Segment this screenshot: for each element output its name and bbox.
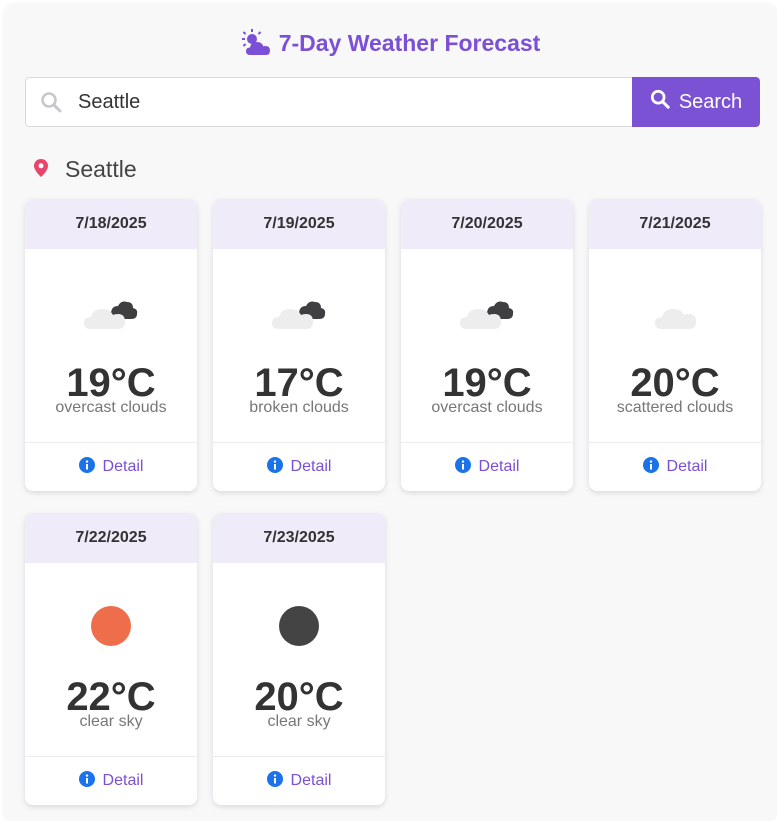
forecast-date: 7/23/2025 bbox=[213, 513, 385, 563]
detail-label: Detail bbox=[290, 458, 332, 475]
forecast-description: scattered clouds bbox=[616, 399, 734, 416]
forecast-card: 7/19/2025 17°C broken clouds Detail bbox=[213, 199, 385, 491]
search-button[interactable]: Search bbox=[632, 77, 760, 127]
search-icon bbox=[26, 91, 76, 113]
search-button-label: Search bbox=[678, 90, 743, 113]
info-icon bbox=[454, 456, 471, 478]
detail-button[interactable]: Detail bbox=[25, 442, 197, 491]
forecast-description: clear sky bbox=[267, 713, 331, 730]
info-icon bbox=[78, 770, 95, 792]
detail-label: Detail bbox=[290, 772, 332, 789]
search-input[interactable] bbox=[76, 81, 632, 123]
sun-icon bbox=[25, 601, 197, 651]
detail-label: Detail bbox=[102, 458, 144, 475]
forecast-card: 7/18/2025 19°C overcast clouds Detail bbox=[25, 199, 197, 491]
forecast-date: 7/20/2025 bbox=[401, 199, 573, 249]
forecast-description: broken clouds bbox=[249, 399, 349, 416]
detail-label: Detail bbox=[478, 458, 520, 475]
forecast-card: 7/21/2025 20°C scattered clouds Detail bbox=[589, 199, 761, 491]
forecast-description: clear sky bbox=[79, 713, 143, 730]
info-icon bbox=[266, 770, 283, 792]
detail-button[interactable]: Detail bbox=[589, 442, 761, 491]
location-heading: Seattle bbox=[34, 154, 137, 184]
search-bar: Search bbox=[25, 77, 760, 127]
info-icon bbox=[642, 456, 659, 478]
forecast-grid: 7/18/2025 19°C overcast clouds Detail 7/… bbox=[25, 199, 761, 805]
forecast-date: 7/21/2025 bbox=[589, 199, 761, 249]
forecast-card: 7/22/2025 22°C clear sky Detail bbox=[25, 513, 197, 805]
cloud-dark-icon bbox=[213, 287, 385, 337]
forecast-date: 7/22/2025 bbox=[25, 513, 197, 563]
sun-behind-cloud-icon bbox=[241, 29, 273, 57]
search-icon bbox=[650, 89, 670, 115]
cloud-dark-icon bbox=[25, 287, 197, 337]
page-title-text: 7-Day Weather Forecast bbox=[278, 29, 541, 56]
detail-button[interactable]: Detail bbox=[213, 442, 385, 491]
detail-button[interactable]: Detail bbox=[213, 756, 385, 805]
info-icon bbox=[78, 456, 95, 478]
detail-button[interactable]: Detail bbox=[401, 442, 573, 491]
info-icon bbox=[266, 456, 283, 478]
cloud-dark-icon bbox=[401, 287, 573, 337]
forecast-date: 7/18/2025 bbox=[25, 199, 197, 249]
detail-button[interactable]: Detail bbox=[25, 756, 197, 805]
forecast-card: 7/23/2025 20°C clear sky Detail bbox=[213, 513, 385, 805]
location-name: Seattle bbox=[65, 155, 137, 182]
weather-app: 7-Day Weather Forecast Search bbox=[4, 4, 777, 821]
page-title: 7-Day Weather Forecast bbox=[4, 26, 777, 60]
search-field[interactable] bbox=[25, 77, 632, 127]
forecast-description: overcast clouds bbox=[55, 399, 167, 416]
forecast-card: 7/20/2025 19°C overcast clouds Detail bbox=[401, 199, 573, 491]
cloud-light-icon bbox=[589, 287, 761, 337]
forecast-description: overcast clouds bbox=[431, 399, 543, 416]
detail-label: Detail bbox=[102, 772, 144, 789]
moon-icon bbox=[213, 601, 385, 651]
forecast-date: 7/19/2025 bbox=[213, 199, 385, 249]
detail-label: Detail bbox=[666, 458, 708, 475]
map-pin-icon bbox=[34, 156, 48, 183]
